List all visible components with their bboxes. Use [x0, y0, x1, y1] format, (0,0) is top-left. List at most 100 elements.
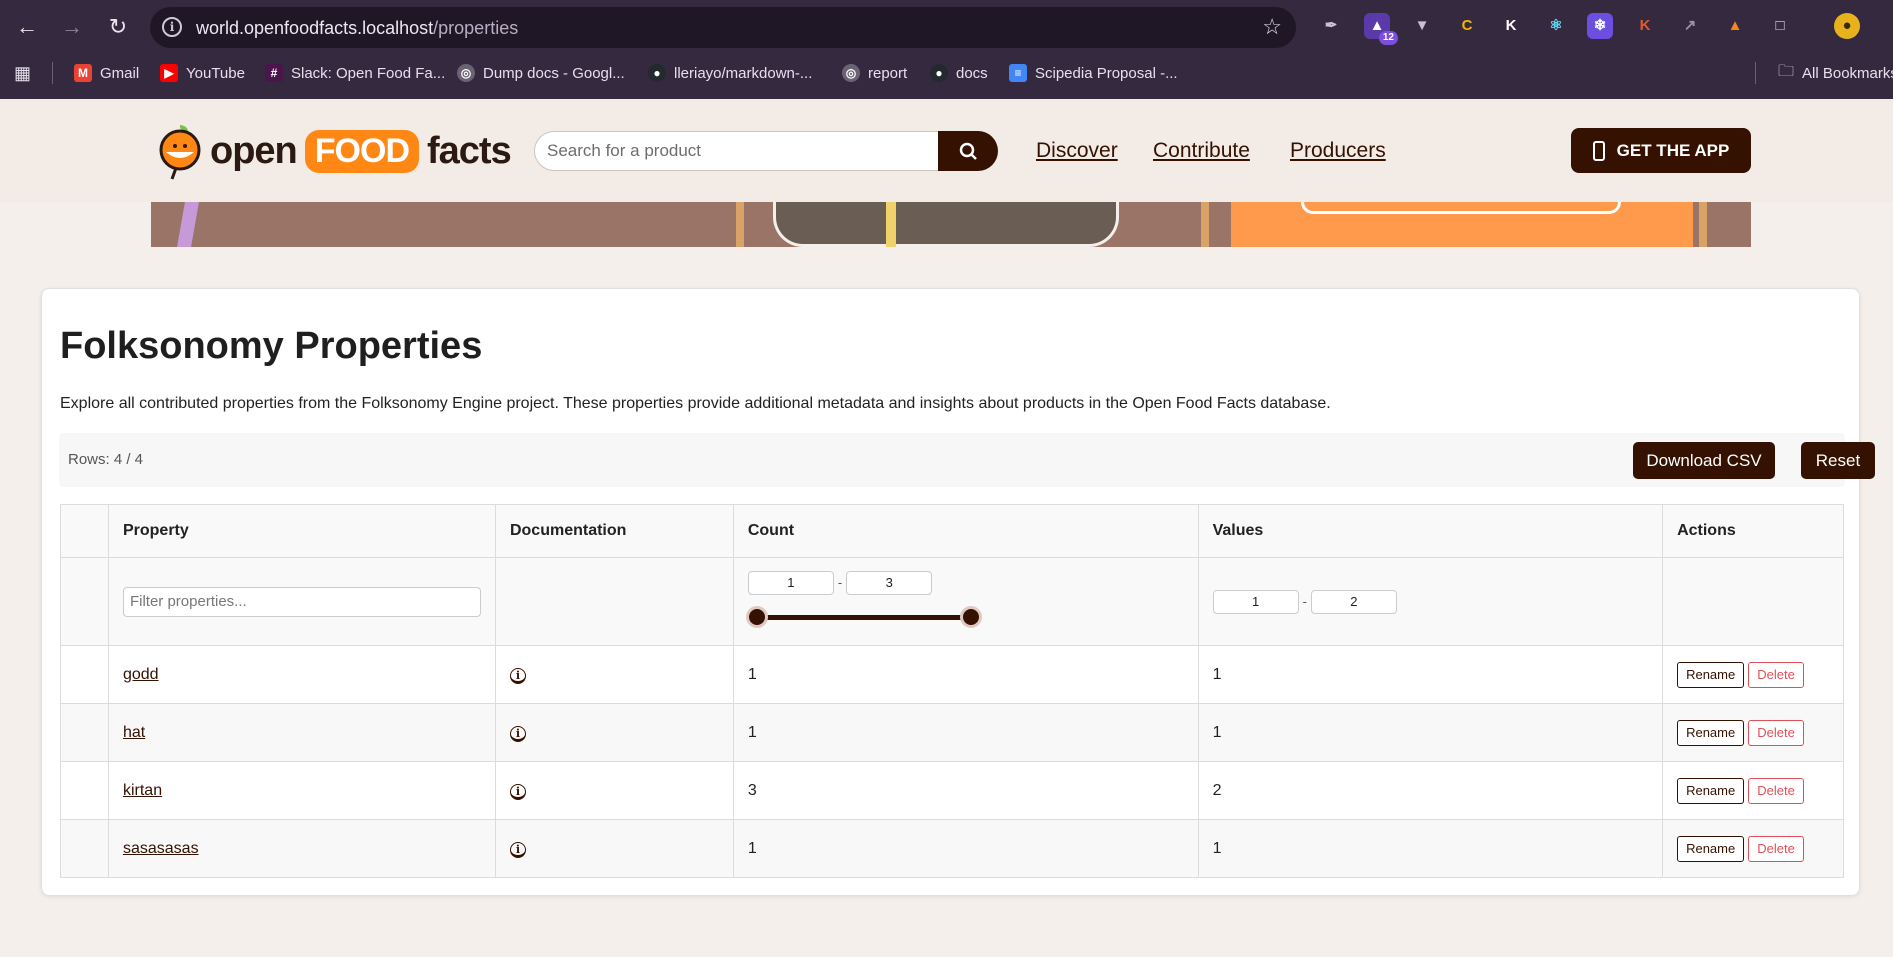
bookmark-markdown[interactable]: ● lleriayo/markdown-...: [648, 62, 812, 84]
property-link[interactable]: kirtan: [123, 782, 162, 799]
delete-button[interactable]: Delete: [1748, 719, 1804, 746]
range-dash: -: [837, 574, 843, 590]
bookmark-report[interactable]: ◎ report: [842, 62, 907, 84]
bookmark-slack[interactable]: # Slack: Open Food Fa...: [265, 62, 445, 84]
values-cell: 1: [1197, 819, 1664, 878]
count-cell: 1: [732, 703, 1199, 762]
column-header-actions: Actions: [1662, 504, 1844, 558]
logo-facts: facts: [427, 129, 512, 172]
promo-banner[interactable]: [151, 202, 1751, 247]
snowflake-extension-icon[interactable]: ❄: [1587, 13, 1613, 39]
rename-button[interactable]: Rename: [1677, 835, 1745, 862]
actions-cell: Rename Delete: [1662, 819, 1844, 878]
info-icon[interactable]: i: [509, 841, 526, 858]
nav-discover[interactable]: Discover: [1036, 139, 1118, 163]
external-link-extension-icon[interactable]: ↗: [1677, 13, 1703, 39]
react-devtools-icon[interactable]: ⚛: [1543, 13, 1569, 39]
table-row: kirtan i 3 2 Rename Delete: [60, 761, 1844, 820]
filter-cell-documentation: [494, 557, 734, 646]
globe-icon: ◎: [842, 64, 860, 82]
column-header-count[interactable]: Count: [732, 504, 1199, 558]
info-icon[interactable]: i: [509, 667, 526, 684]
column-header-property[interactable]: Property: [107, 504, 496, 558]
page-title: Folksonomy Properties: [60, 325, 483, 367]
download-csv-button[interactable]: Download CSV: [1633, 442, 1775, 479]
all-bookmarks[interactable]: 🗀 All Bookmarks: [1778, 62, 1893, 84]
count-min-input[interactable]: 1: [747, 570, 834, 595]
values-max-input[interactable]: 2: [1310, 589, 1397, 614]
c-extension-icon[interactable]: C: [1454, 13, 1480, 39]
info-icon[interactable]: i: [509, 783, 526, 800]
smartphone-icon: [1592, 140, 1605, 161]
values-min-input[interactable]: 1: [1212, 589, 1299, 614]
address-bar[interactable]: i world.openfoodfacts.localhost/properti…: [150, 7, 1296, 48]
gmail-icon: M: [74, 64, 92, 82]
site-logo[interactable]: open FOOD facts: [158, 119, 512, 183]
slider-max-thumb[interactable]: [959, 605, 982, 628]
rename-button[interactable]: Rename: [1677, 719, 1745, 746]
filter-cell-empty: [60, 557, 109, 646]
bookmark-scipedia[interactable]: ≡ Scipedia Proposal -...: [1009, 62, 1178, 84]
k-extension-icon[interactable]: K: [1498, 13, 1524, 39]
delete-button[interactable]: Delete: [1748, 777, 1804, 804]
select-column-header: [60, 504, 109, 558]
column-header-documentation[interactable]: Documentation: [494, 504, 734, 558]
logo-open: open: [210, 129, 298, 172]
bookmark-gmail[interactable]: M Gmail: [74, 62, 139, 84]
github-icon: ●: [930, 64, 948, 82]
slider-min-thumb[interactable]: [745, 605, 768, 628]
column-header-values[interactable]: Values: [1197, 504, 1664, 558]
k-orange-extension-icon[interactable]: K: [1632, 13, 1658, 39]
bookmark-dump-docs[interactable]: ◎ Dump docs - Googl...: [457, 62, 625, 84]
eyedropper-extension-icon[interactable]: ✒: [1318, 13, 1344, 39]
properties-table: Property Documentation Count Values Acti…: [60, 504, 1844, 878]
reload-icon[interactable]: ↻: [103, 12, 133, 42]
row-select-cell: [60, 645, 109, 704]
search-input[interactable]: [534, 131, 938, 171]
rename-button[interactable]: Rename: [1677, 661, 1745, 688]
extensions-puzzle-icon[interactable]: □: [1767, 13, 1793, 39]
back-arrow-icon[interactable]: ←: [12, 12, 42, 42]
count-max-input[interactable]: 3: [846, 570, 933, 595]
slider-track: [755, 614, 972, 620]
get-app-button[interactable]: GET THE APP: [1571, 128, 1751, 173]
property-link[interactable]: sasasasas: [123, 840, 199, 857]
bookmark-youtube[interactable]: ▶ YouTube: [160, 62, 245, 84]
search-button[interactable]: [938, 131, 998, 171]
property-filter-input[interactable]: [122, 586, 481, 617]
count-cell: 1: [732, 645, 1199, 704]
forward-arrow-icon[interactable]: →: [57, 12, 87, 42]
bookmark-label: report: [868, 64, 908, 82]
reset-button[interactable]: Reset: [1801, 442, 1875, 479]
bookmark-separator: [52, 62, 53, 84]
url-host: world.openfoodfacts.localhost: [196, 18, 434, 38]
apps-grid-icon[interactable]: ▦: [14, 62, 31, 84]
property-link[interactable]: godd: [123, 666, 159, 683]
values-cell: 2: [1197, 761, 1664, 820]
metamask-fox-icon[interactable]: ▲: [1722, 13, 1748, 39]
info-icon[interactable]: i: [509, 725, 526, 742]
bookmark-docs[interactable]: ● docs: [930, 62, 988, 84]
page-intro: Explore all contributed properties from …: [60, 395, 1331, 412]
bookmark-label: YouTube: [186, 64, 245, 82]
delete-button[interactable]: Delete: [1748, 661, 1804, 688]
url-text[interactable]: world.openfoodfacts.localhost/properties: [196, 18, 518, 39]
rename-button[interactable]: Rename: [1677, 777, 1745, 804]
graduation-extension-icon[interactable]: ▲ 12: [1364, 13, 1398, 45]
site-header: open FOOD facts Discover Contribute Prod…: [0, 99, 1893, 202]
nav-producers[interactable]: Producers: [1290, 139, 1386, 163]
triangle-extension-icon[interactable]: ▼: [1409, 13, 1435, 39]
extension-badge: 12: [1378, 31, 1398, 45]
count-range-slider[interactable]: [745, 605, 982, 629]
profile-avatar[interactable]: ●: [1834, 13, 1860, 39]
bookmark-label: Dump docs - Googl...: [483, 64, 625, 82]
delete-button[interactable]: Delete: [1748, 835, 1804, 862]
row-select-cell: [60, 819, 109, 878]
nav-contribute[interactable]: Contribute: [1153, 139, 1250, 163]
site-info-icon[interactable]: i: [162, 17, 182, 37]
bookmark-star-icon[interactable]: ☆: [1262, 14, 1282, 40]
filter-cell-count: 1-3: [732, 557, 1199, 646]
bookmark-label: lleriayo/markdown-...: [674, 64, 813, 82]
bookmark-label: Scipedia Proposal -...: [1035, 64, 1178, 82]
property-link[interactable]: hat: [123, 724, 145, 741]
